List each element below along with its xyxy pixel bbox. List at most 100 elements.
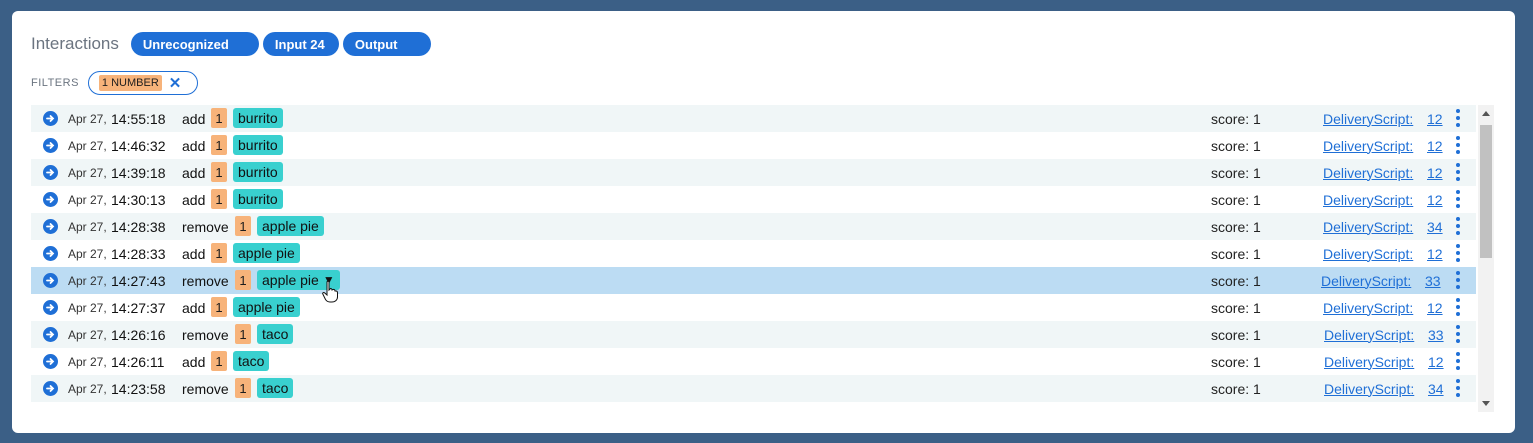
interactions-panel: Interactions Unrecognized Input 24 Outpu… [12,11,1515,433]
table-row[interactable]: Apr 27, 14:27:37 add 1 apple pie score: … [31,294,1476,321]
entity-badge[interactable]: taco [257,378,294,398]
more-options-icon[interactable] [1456,244,1462,262]
arrow-right-icon[interactable] [43,381,58,396]
count-link[interactable]: 33 [1425,273,1441,289]
script-link[interactable]: DeliveryScript: [1321,273,1411,289]
number-badge: 1 [211,108,227,128]
scroll-down-icon[interactable] [1482,401,1490,406]
arrow-right-icon[interactable] [43,273,58,288]
count-link[interactable]: 33 [1428,327,1444,343]
number-badge: 1 [211,297,227,317]
entity-badge[interactable]: burrito [233,108,283,128]
table-row[interactable]: Apr 27, 14:28:38 remove 1 apple pie scor… [31,213,1476,240]
tab-unrecognized[interactable]: Unrecognized [130,32,259,56]
arrow-right-icon[interactable] [43,111,58,126]
row-time: 14:28:33 [111,245,166,262]
row-date: Apr 27, [68,165,107,180]
more-options-icon[interactable] [1456,217,1462,235]
entity-badge[interactable]: apple pie [233,243,300,263]
arrow-right-icon[interactable] [43,246,58,261]
arrow-right-icon[interactable] [43,219,58,234]
script-link[interactable]: DeliveryScript: [1323,165,1413,181]
script-link[interactable]: DeliveryScript: [1324,381,1414,397]
entity-badge[interactable]: taco [257,324,294,344]
number-badge: 1 [235,216,251,236]
entity-badge[interactable]: burrito [233,189,283,209]
row-intent: add [182,137,206,154]
arrow-right-icon[interactable] [43,354,58,369]
filter-chip[interactable]: 1 NUMBER ✕ [87,71,198,95]
row-time: 14:23:58 [111,380,166,397]
count-link[interactable]: 12 [1427,192,1443,208]
more-options-icon[interactable] [1456,271,1462,289]
row-score: score: 1 [1211,272,1261,289]
row-time: 14:27:37 [111,299,166,316]
arrow-right-icon[interactable] [43,300,58,315]
more-options-icon[interactable] [1456,298,1462,316]
more-options-icon[interactable] [1456,379,1462,397]
entity-badge[interactable]: apple pie [257,216,324,236]
table-row[interactable]: Apr 27, 14:27:43 remove 1 apple pie ▼ sc… [31,267,1476,294]
script-link[interactable]: DeliveryScript: [1323,246,1413,262]
more-options-icon[interactable] [1456,190,1462,208]
script-link[interactable]: DeliveryScript: [1323,219,1413,235]
entity-badge[interactable]: apple pie [233,297,300,317]
tab-input[interactable]: Input 24 [262,32,339,56]
table-row[interactable]: Apr 27, 14:23:58 remove 1 taco score: 1 … [31,375,1476,402]
filters-label: FILTERS [31,77,79,89]
count-link[interactable]: 12 [1427,111,1443,127]
entity-badge[interactable]: burrito [233,162,283,182]
row-score: score: 1 [1211,353,1261,370]
more-options-icon[interactable] [1456,163,1462,181]
more-options-icon[interactable] [1456,352,1462,370]
table-row[interactable]: Apr 27, 14:55:18 add 1 burrito score: 1 … [31,105,1476,132]
entity-badge[interactable]: taco [233,351,270,371]
script-link[interactable]: DeliveryScript: [1324,354,1414,370]
row-time: 14:55:18 [111,110,166,127]
arrow-right-icon[interactable] [43,138,58,153]
row-date: Apr 27, [68,219,107,234]
entity-label: apple pie [238,299,295,315]
script-link[interactable]: DeliveryScript: [1323,300,1413,316]
scrollbar[interactable] [1478,105,1494,412]
close-icon[interactable]: ✕ [169,76,182,91]
row-score: score: 1 [1211,137,1261,154]
page-title: Interactions [31,34,119,53]
count-link[interactable]: 12 [1427,300,1443,316]
scroll-up-icon[interactable] [1482,111,1490,116]
table-row[interactable]: Apr 27, 14:46:32 add 1 burrito score: 1 … [31,132,1476,159]
script-link[interactable]: DeliveryScript: [1323,111,1413,127]
count-link[interactable]: 12 [1427,165,1443,181]
number-badge: 1 [211,189,227,209]
row-date: Apr 27, [68,354,107,369]
entity-badge[interactable]: burrito [233,135,283,155]
number-badge: 1 [211,135,227,155]
more-options-icon[interactable] [1456,109,1462,127]
more-options-icon[interactable] [1456,325,1462,343]
table-row[interactable]: Apr 27, 14:26:16 remove 1 taco score: 1 … [31,321,1476,348]
count-link[interactable]: 34 [1428,381,1444,397]
table-row[interactable]: Apr 27, 14:26:11 add 1 taco score: 1 Del… [31,348,1476,375]
count-link[interactable]: 12 [1427,138,1443,154]
count-link[interactable]: 12 [1428,354,1444,370]
row-date: Apr 27, [68,111,107,126]
script-link[interactable]: DeliveryScript: [1323,192,1413,208]
more-options-icon[interactable] [1456,136,1462,154]
number-badge: 1 [211,162,227,182]
count-link[interactable]: 34 [1427,219,1443,235]
arrow-right-icon[interactable] [43,165,58,180]
arrow-right-icon[interactable] [43,327,58,342]
table-row[interactable]: Apr 27, 14:39:18 add 1 burrito score: 1 … [31,159,1476,186]
tab-output[interactable]: Output [342,32,431,56]
entity-label: burrito [238,137,278,153]
row-intent: remove [182,326,229,343]
row-time: 14:46:32 [111,137,166,154]
script-link[interactable]: DeliveryScript: [1323,138,1413,154]
arrow-right-icon[interactable] [43,192,58,207]
count-link[interactable]: 12 [1427,246,1443,262]
table-row[interactable]: Apr 27, 14:30:13 add 1 burrito score: 1 … [31,186,1476,213]
table-row[interactable]: Apr 27, 14:28:33 add 1 apple pie score: … [31,240,1476,267]
row-score: score: 1 [1211,164,1261,181]
scroll-thumb[interactable] [1480,125,1492,258]
script-link[interactable]: DeliveryScript: [1324,327,1414,343]
